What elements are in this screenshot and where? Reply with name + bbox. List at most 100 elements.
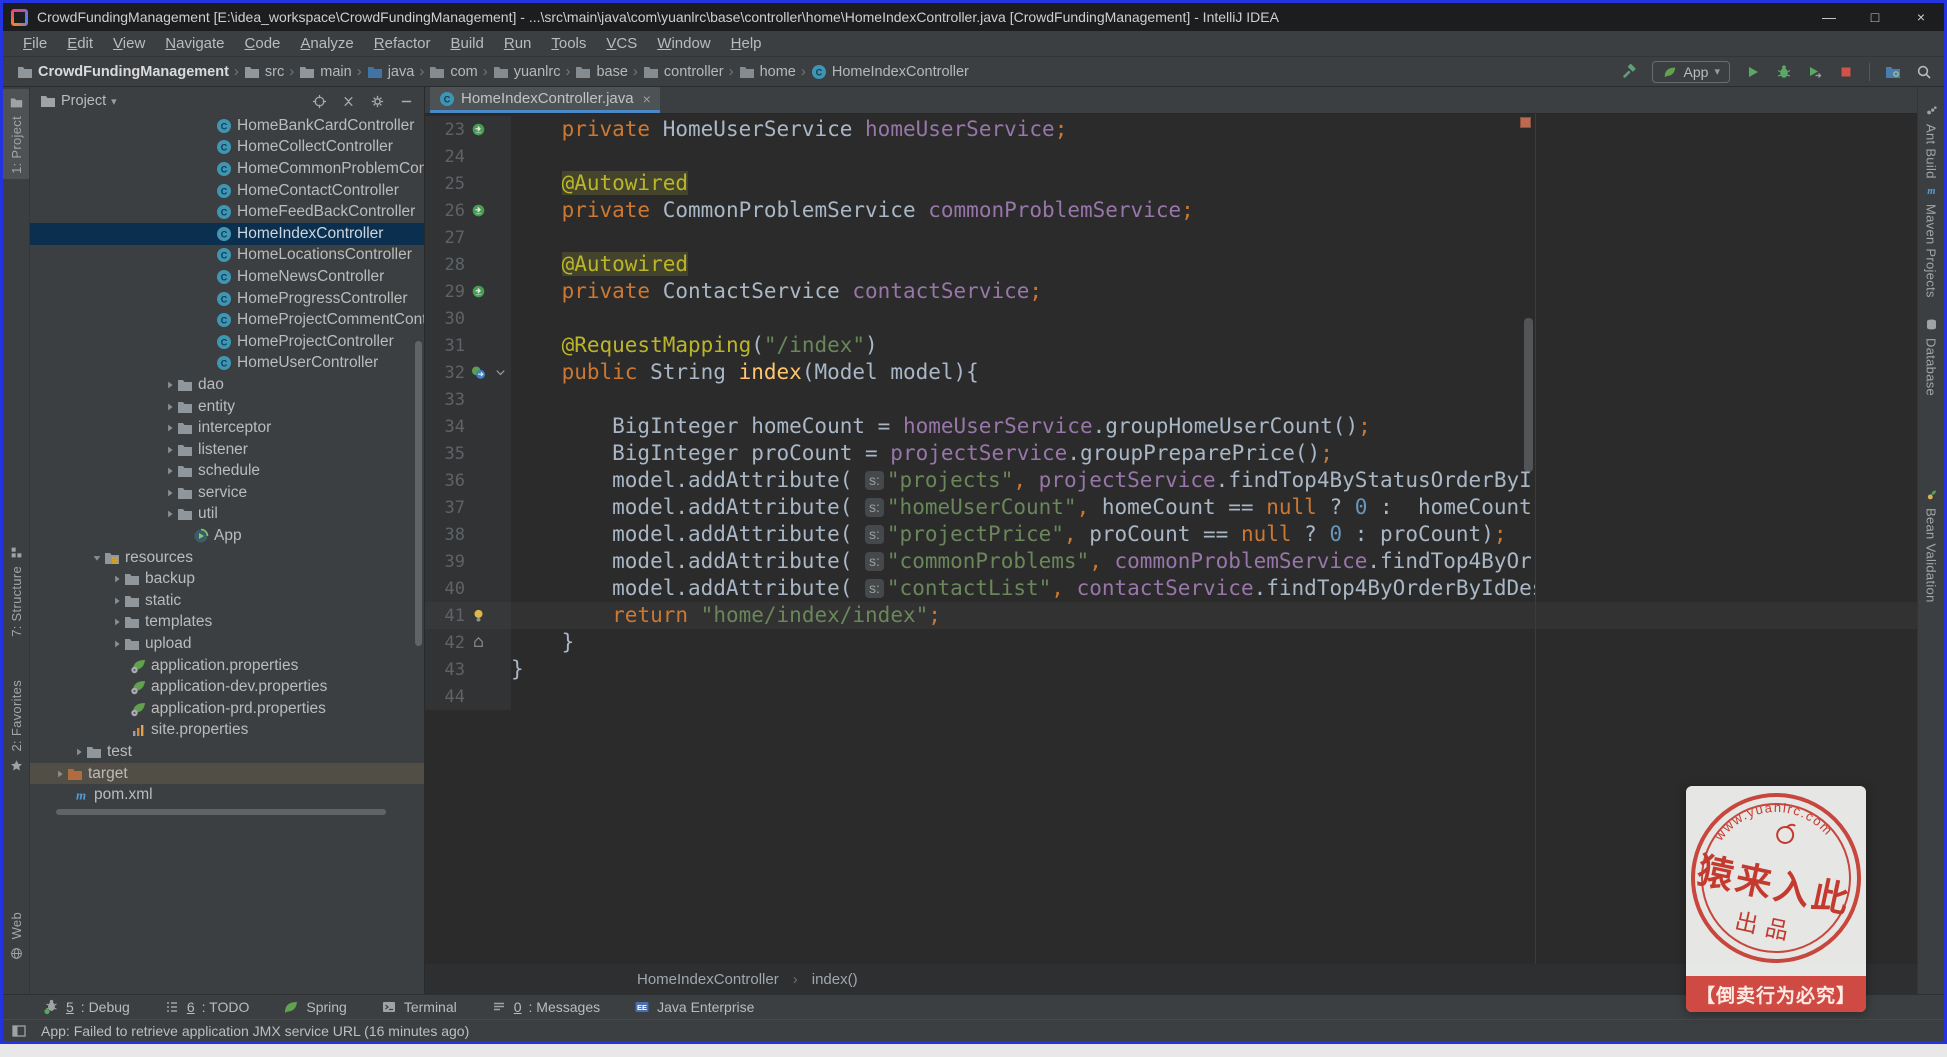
menu-tools[interactable]: Tools	[541, 33, 596, 54]
tree-item-site-properties[interactable]: site.properties	[30, 720, 424, 742]
menu-edit[interactable]: Edit	[57, 33, 103, 54]
tree-item-target[interactable]: target	[30, 762, 424, 785]
tree-expand-arrow[interactable]	[163, 377, 177, 393]
stripe-item-bean-validation[interactable]: Bean Validation	[1918, 481, 1944, 608]
breadcrumb-item-main[interactable]: main	[299, 64, 352, 80]
stripe-item-ant-build[interactable]: Ant Build	[1918, 97, 1944, 184]
tree-item-pom-xml[interactable]: m pom.xml	[30, 784, 424, 806]
close-tab-icon[interactable]: ×	[643, 91, 651, 107]
tree-item-homeprojectcommentcontroller[interactable]: C HomeProjectCommentController	[30, 309, 424, 331]
menu-analyze[interactable]: Analyze	[290, 33, 363, 54]
tree-expand-arrow[interactable]	[163, 442, 177, 458]
tree-item-backup[interactable]: backup	[30, 568, 424, 590]
gear-icon[interactable]	[369, 93, 385, 109]
tree-item-homecollectcontroller[interactable]: C HomeCollectController	[30, 137, 424, 159]
tree-item-test[interactable]: test	[30, 741, 424, 763]
menu-file[interactable]: File	[13, 33, 57, 54]
run-button[interactable]	[1745, 64, 1761, 80]
open-folder-icon[interactable]	[1885, 64, 1901, 80]
editor-breadcrumb-index[interactable]: index()	[812, 971, 858, 988]
minimize-button[interactable]: —	[1806, 3, 1852, 31]
tree-item-homelocationscontroller[interactable]: C HomeLocationsController	[30, 245, 424, 267]
tree-item-dao[interactable]: dao	[30, 374, 424, 396]
tree-expand-arrow[interactable]	[163, 485, 177, 501]
editor-tab[interactable]: C HomeIndexController.java ×	[430, 87, 660, 113]
toolwindow-button-java-enterprise[interactable]: EE Java Enterprise	[634, 999, 754, 1015]
toolwindow-button-todo[interactable]: 6: TODO	[164, 999, 249, 1015]
tree-expand-arrow[interactable]	[163, 420, 177, 436]
tool-window-toggle-icon[interactable]	[11, 1023, 27, 1039]
tree-item-entity[interactable]: entity	[30, 396, 424, 418]
hide-panel-icon[interactable]	[398, 93, 414, 109]
error-stripe-mark[interactable]	[1520, 117, 1531, 128]
breadcrumb-item-base[interactable]: base	[575, 64, 628, 80]
stripe-item-7-structure[interactable]: 7: Structure	[3, 539, 29, 642]
stripe-item-database[interactable]: Database	[1918, 311, 1944, 401]
breadcrumb-item-homeindexcontroller[interactable]: C HomeIndexController	[811, 64, 969, 80]
collapse-all-icon[interactable]	[340, 93, 356, 109]
close-button[interactable]: ×	[1898, 3, 1944, 31]
tree-item-homeprogresscontroller[interactable]: C HomeProgressController	[30, 288, 424, 310]
mapping-icon[interactable]	[470, 365, 486, 381]
breadcrumb-item-yuanlrc[interactable]: yuanlrc	[493, 64, 560, 80]
bean-icon[interactable]	[470, 284, 486, 300]
tree-expand-arrow[interactable]	[110, 593, 124, 609]
tree-item-homecontactcontroller[interactable]: C HomeContactController	[30, 180, 424, 202]
stripe-item-maven-projects[interactable]: m Maven Projects	[1918, 177, 1944, 303]
editor-breadcrumb-homeindexcontroller[interactable]: HomeIndexController	[637, 971, 779, 988]
tree-item-interceptor[interactable]: interceptor	[30, 417, 424, 439]
breadcrumb-item-controller[interactable]: controller	[643, 64, 724, 80]
menu-navigate[interactable]: Navigate	[155, 33, 234, 54]
tree-expand-arrow[interactable]	[90, 550, 104, 566]
toolwindow-button-debug[interactable]: 5: Debug	[43, 999, 130, 1015]
run-configuration-select[interactable]: App ▾	[1651, 60, 1730, 83]
project-tree-vertical-scrollbar[interactable]	[415, 341, 422, 646]
tree-expand-arrow[interactable]	[110, 636, 124, 652]
stripe-item-1-project[interactable]: 1: Project	[3, 89, 29, 179]
tree-expand-arrow[interactable]	[72, 744, 86, 760]
tree-item-resources[interactable]: resources	[30, 547, 424, 569]
breadcrumb-item-home[interactable]: home	[739, 64, 796, 80]
bean-icon[interactable]	[470, 203, 486, 219]
chevron-down-icon[interactable]: ▾	[111, 95, 117, 108]
fold-v-icon[interactable]	[492, 365, 508, 381]
tree-item-application-prd-properties[interactable]: application-prd.properties	[30, 698, 424, 720]
toolwindow-button-terminal[interactable]: Terminal	[381, 999, 457, 1015]
editor-scrollbar[interactable]	[1524, 318, 1533, 472]
menu-window[interactable]: Window	[647, 33, 720, 54]
fold-end-icon[interactable]	[470, 635, 486, 651]
breadcrumb-item-crowdfundingmanagement[interactable]: CrowdFundingManagement	[17, 64, 229, 80]
project-tree-horizontal-scrollbar[interactable]	[56, 809, 386, 815]
locate-file-icon[interactable]	[311, 93, 327, 109]
tree-item-static[interactable]: static	[30, 590, 424, 612]
project-panel-title[interactable]: Project	[61, 93, 106, 109]
toolwindow-button-spring[interactable]: Spring	[283, 999, 347, 1015]
tree-item-homenewscontroller[interactable]: C HomeNewsController	[30, 266, 424, 288]
stripe-item-2-favorites[interactable]: 2: Favorites	[3, 675, 29, 779]
tree-item-homebankcardcontroller[interactable]: C HomeBankCardController	[30, 115, 424, 137]
run-with-coverage-button[interactable]	[1807, 64, 1823, 80]
menu-vcs[interactable]: VCS	[596, 33, 647, 54]
tree-item-listener[interactable]: listener	[30, 439, 424, 461]
tree-item-homefeedbackcontroller[interactable]: C HomeFeedBackController	[30, 201, 424, 223]
tree-item-schedule[interactable]: schedule	[30, 461, 424, 483]
tree-item-application-dev-properties[interactable]: application-dev.properties	[30, 676, 424, 698]
tree-item-service[interactable]: service	[30, 482, 424, 504]
menu-view[interactable]: View	[103, 33, 155, 54]
tree-expand-arrow[interactable]	[163, 506, 177, 522]
breadcrumb-item-src[interactable]: src	[244, 64, 284, 80]
stripe-item-web[interactable]: Web	[3, 907, 29, 966]
tree-expand-arrow[interactable]	[110, 614, 124, 630]
breadcrumb-item-java[interactable]: java	[367, 64, 414, 80]
bulb-icon[interactable]	[470, 608, 486, 624]
menu-code[interactable]: Code	[235, 33, 291, 54]
tree-expand-arrow[interactable]	[110, 571, 124, 587]
tree-item-homeprojectcontroller[interactable]: C HomeProjectController	[30, 331, 424, 353]
build-project-icon[interactable]	[1621, 63, 1637, 80]
maximize-button[interactable]: □	[1852, 3, 1898, 31]
menu-help[interactable]: Help	[721, 33, 772, 54]
tree-item-util[interactable]: util	[30, 504, 424, 526]
tree-item-homeindexcontroller[interactable]: C HomeIndexController	[30, 222, 424, 245]
menu-refactor[interactable]: Refactor	[364, 33, 441, 54]
toolwindow-button-messages[interactable]: 0: Messages	[491, 999, 600, 1015]
